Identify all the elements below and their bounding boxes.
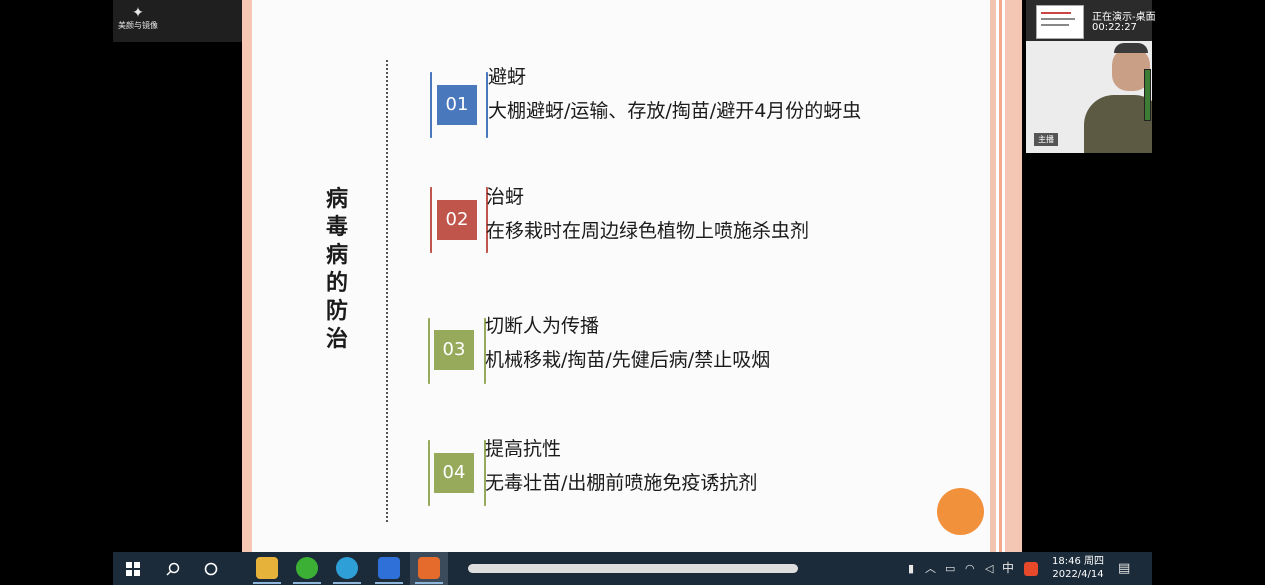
- decorative-orange-circle: [937, 488, 984, 535]
- active-indicator: [375, 582, 403, 584]
- notification-icon[interactable]: ▤: [1118, 552, 1130, 585]
- presenter-video[interactable]: 主播: [1026, 41, 1152, 153]
- slide-scrollbar[interactable]: [468, 564, 798, 573]
- taskbar-clock[interactable]: 18:46 周四 2022/4/14: [1052, 555, 1104, 581]
- sparkle-icon: ✦: [132, 5, 144, 21]
- item-description: 机械移栽/掏苗/先健后病/禁止吸烟: [485, 349, 771, 371]
- title-char: 病: [325, 187, 348, 212]
- item-number-badge: 01: [437, 85, 477, 125]
- chevron-up-icon[interactable]: ︿: [925, 552, 936, 585]
- item-description: 大棚避蚜/运输、存放/掏苗/避开4月份的蚜虫: [488, 100, 862, 122]
- wps-writer-icon[interactable]: [378, 557, 400, 579]
- item-title: 避蚜: [488, 66, 527, 88]
- windows-start-icon[interactable]: [121, 552, 145, 585]
- battery-icon[interactable]: ▮: [908, 552, 914, 585]
- slide-decorative-stripes: [990, 0, 1022, 552]
- item-description: 无毒壮苗/出棚前喷施免疫诱抗剂: [485, 472, 758, 494]
- item-number-badge: 03: [434, 330, 474, 370]
- item-title: 切断人为传播: [485, 315, 600, 337]
- presenter-hair: [1114, 43, 1148, 53]
- active-indicator: [333, 582, 361, 584]
- wechat-icon[interactable]: [296, 557, 318, 579]
- slide-vertical-title: 病 毒 病 的 防 治: [322, 186, 352, 354]
- browser-icon[interactable]: [336, 557, 358, 579]
- shared-screen-thumbnail[interactable]: [1036, 5, 1084, 39]
- active-indicator: [253, 582, 281, 584]
- title-char: 治: [325, 327, 348, 352]
- network-icon[interactable]: ▭: [945, 552, 955, 585]
- windows-taskbar: ▮ ︿ ▭ ◠ ◁ 中 18:46 周四 2022/4/14 ▤: [113, 552, 1152, 585]
- title-char: 的: [325, 271, 348, 296]
- cortana-icon[interactable]: [199, 552, 223, 585]
- presenter-body: [1084, 95, 1152, 153]
- dotted-divider: [386, 60, 388, 522]
- beauty-mirror-button[interactable]: ✦ 美颜与镜像: [113, 6, 163, 32]
- presentation-app-icon[interactable]: [418, 557, 440, 579]
- title-char: 毒: [325, 215, 348, 240]
- sogou-ime-icon[interactable]: [1024, 552, 1038, 585]
- title-char: 防: [325, 299, 348, 324]
- mic-level-icon: [1144, 69, 1151, 121]
- file-explorer-icon[interactable]: [256, 557, 278, 579]
- active-indicator: [415, 582, 443, 584]
- presenting-status: 正在演示-桌面: [1092, 12, 1156, 23]
- elapsed-time: 00:22:27: [1092, 22, 1137, 33]
- item-title: 提高抗性: [485, 438, 562, 460]
- input-method-indicator[interactable]: 中: [1002, 552, 1014, 585]
- item-number-badge: 02: [437, 200, 477, 240]
- search-icon[interactable]: [161, 552, 185, 585]
- volume-icon[interactable]: ◁: [985, 552, 993, 585]
- item-number-badge: 04: [434, 453, 474, 493]
- item-title: 治蚜: [486, 186, 525, 208]
- title-char: 病: [325, 243, 348, 268]
- wifi-icon[interactable]: ◠: [965, 552, 975, 585]
- clock-date: 2022/4/14: [1052, 569, 1104, 580]
- clock-time: 18:46 周四: [1052, 556, 1104, 567]
- beauty-mirror-label: 美颜与镜像: [118, 21, 158, 30]
- host-tag: 主播: [1034, 133, 1058, 146]
- item-description: 在移栽时在周边绿色植物上喷施杀虫剂: [486, 220, 810, 242]
- active-indicator: [293, 582, 321, 584]
